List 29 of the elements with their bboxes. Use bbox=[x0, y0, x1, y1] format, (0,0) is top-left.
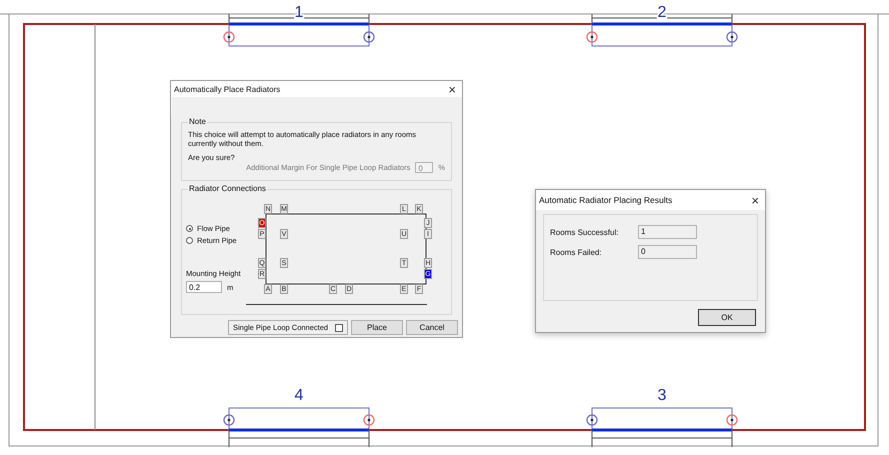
valve-icon bbox=[586, 31, 598, 43]
close-button[interactable]: × bbox=[448, 82, 456, 96]
dialog-title: Automatic Radiator Placing Results bbox=[539, 195, 672, 205]
valve-icon bbox=[586, 414, 598, 426]
valve-icon bbox=[223, 414, 235, 426]
radiator-number: 4 bbox=[294, 387, 304, 404]
field-label: Rooms Successful: bbox=[550, 228, 620, 236]
group-legend: Radiator Connections bbox=[188, 184, 267, 193]
field-label: Rooms Failed: bbox=[550, 248, 603, 256]
mounting-field[interactable]: 0.2 bbox=[186, 281, 222, 293]
valve-icon bbox=[363, 414, 375, 426]
group-legend: Note bbox=[188, 117, 207, 126]
valve-icon bbox=[363, 31, 375, 43]
valve-icon bbox=[726, 414, 738, 426]
radiator-drawing[interactable] bbox=[223, 408, 375, 448]
single-pipe-checkbox[interactable] bbox=[335, 324, 343, 332]
dialog-button[interactable]: Place bbox=[351, 320, 403, 335]
valve-icon bbox=[726, 31, 738, 43]
radiator-drawing[interactable] bbox=[586, 408, 738, 448]
radiator-number: 2 bbox=[658, 4, 666, 21]
dialog-button[interactable]: Cancel bbox=[406, 320, 458, 335]
valve-icon bbox=[223, 31, 235, 43]
radiator-number: 3 bbox=[658, 387, 666, 404]
dialog-title: Automatically Place Radiators bbox=[174, 84, 280, 94]
close-button[interactable]: × bbox=[751, 192, 759, 208]
result-field: 0 bbox=[638, 245, 697, 259]
radiator-number: 1 bbox=[294, 4, 304, 21]
result-field: 1 bbox=[638, 225, 697, 239]
ok-button[interactable]: OK bbox=[698, 309, 756, 326]
